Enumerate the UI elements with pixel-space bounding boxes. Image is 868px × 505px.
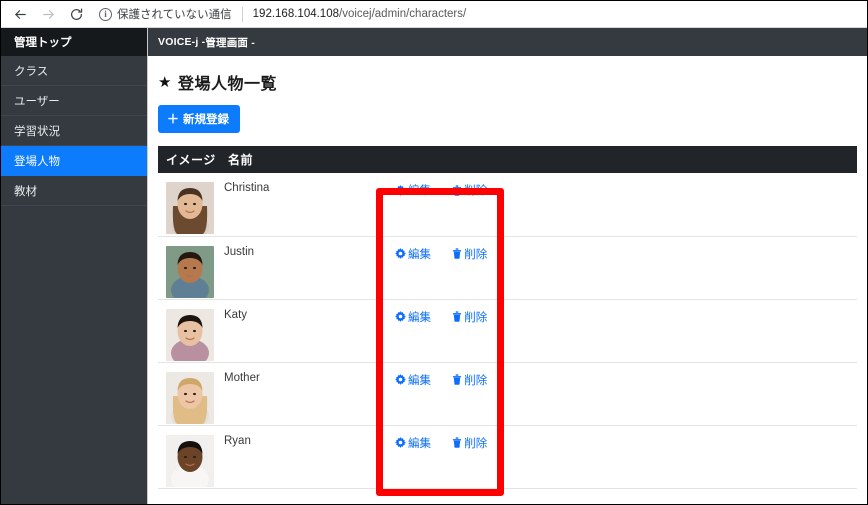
sidebar: 管理トップ クラス ユーザー 学習状況 登場人物 教材: [1, 28, 148, 504]
cell-name: Mother: [220, 362, 395, 426]
cell-name: Katy: [220, 299, 395, 363]
delete-link[interactable]: 削除: [452, 182, 487, 198]
trash-icon: [452, 311, 462, 322]
characters-table: イメージ 名前 Christina 編集 削除 Justin 編集 削除 Kat…: [158, 146, 857, 489]
new-registration-button[interactable]: ＋ 新規登録: [158, 105, 241, 133]
column-header-operations: [395, 146, 857, 173]
edit-link[interactable]: 編集: [395, 372, 431, 388]
christina-photo: [166, 182, 214, 234]
table-row: Justin 編集 削除: [158, 236, 857, 300]
cell-operations: 編集 削除: [395, 299, 857, 363]
trash-icon: [452, 248, 462, 259]
delete-link[interactable]: 削除: [452, 309, 487, 325]
cell-operations: 編集 削除: [395, 173, 857, 237]
cell-operations: 編集 削除: [395, 362, 857, 426]
sidebar-item-user[interactable]: ユーザー: [1, 86, 147, 116]
address-bar[interactable]: i 保護されていない通信 192.168.104.108/voicej/admi…: [99, 3, 861, 25]
url-text: 192.168.104.108/voicej/admin/characters/: [253, 8, 467, 20]
app-brand-name: VOICE-j -: [158, 36, 206, 48]
mother-photo: [166, 371, 214, 424]
browser-window: i 保護されていない通信 192.168.104.108/voicej/admi…: [0, 0, 868, 505]
trash-icon: [452, 437, 462, 448]
delete-label: 削除: [464, 185, 488, 197]
table-row: Ryan 編集 削除: [158, 425, 857, 489]
gear-icon: [395, 248, 406, 259]
cell-name: Christina: [220, 173, 395, 237]
column-header-image: イメージ: [158, 146, 220, 173]
delete-label: 削除: [464, 248, 488, 261]
app-topbar: VOICE-j - 管理画面 -: [148, 28, 867, 56]
page-title: ★ 登場人物一覧: [158, 70, 857, 94]
column-header-name: 名前: [220, 146, 395, 173]
cell-name: Ryan: [220, 425, 395, 489]
sidebar-item-class[interactable]: クラス: [1, 56, 147, 86]
table-row: Mother 編集 削除: [158, 362, 857, 426]
back-arrow-icon[interactable]: [7, 3, 33, 25]
cell-image: [158, 425, 220, 489]
delete-label: 削除: [464, 374, 488, 387]
sidebar-item-materials[interactable]: 教材: [1, 176, 147, 206]
info-circle-icon[interactable]: i: [99, 7, 112, 21]
gear-icon: [395, 311, 406, 322]
forward-arrow-icon[interactable]: [35, 3, 61, 25]
delete-link[interactable]: 削除: [452, 372, 487, 388]
cell-image: [158, 299, 220, 363]
url-host: 192.168.104.108: [252, 8, 339, 20]
table-body: Christina 編集 削除 Justin 編集 削除 Katy 編集 削除 …: [158, 173, 857, 489]
star-icon: ★: [158, 74, 172, 91]
delete-link[interactable]: 削除: [452, 246, 487, 262]
table-head: イメージ 名前: [158, 146, 857, 173]
table-row: Katy 編集 削除: [158, 299, 857, 363]
sidebar-item-characters[interactable]: 登場人物: [1, 146, 147, 176]
gear-icon: [395, 184, 406, 196]
table-header-row: イメージ 名前: [158, 146, 857, 173]
app-brand-subtitle: 管理画面 -: [205, 36, 255, 49]
edit-label: 編集: [408, 248, 431, 261]
cell-operations: 編集 削除: [395, 236, 857, 300]
edit-link[interactable]: 編集: [395, 435, 431, 451]
content-area: VOICE-j - 管理画面 - ★ 登場人物一覧 ＋ 新規登録 イメージ 名前: [148, 28, 867, 504]
security-status-text: 保護されていない通信: [117, 9, 232, 21]
cell-image: [158, 362, 220, 426]
page-title-text: 登場人物一覧: [177, 76, 277, 93]
cell-operations: 編集 削除: [395, 425, 857, 489]
cell-image: [158, 173, 220, 237]
omnibox-divider: [241, 6, 243, 22]
reload-icon[interactable]: [63, 3, 89, 25]
gear-icon: [395, 374, 406, 385]
edit-label: 編集: [408, 437, 431, 450]
edit-label: 編集: [408, 311, 431, 324]
trash-icon: [452, 184, 462, 196]
delete-link[interactable]: 削除: [452, 435, 487, 451]
edit-label: 編集: [408, 374, 431, 387]
edit-label: 編集: [408, 185, 431, 197]
page-body: 管理トップ クラス ユーザー 学習状況 登場人物 教材 VOICE-j - 管理…: [1, 28, 867, 504]
trash-icon: [452, 374, 462, 385]
plus-icon: ＋: [167, 112, 180, 126]
edit-link[interactable]: 編集: [395, 246, 431, 262]
ryan-photo: [166, 434, 214, 487]
justin-photo: [166, 245, 214, 298]
sidebar-brand[interactable]: 管理トップ: [1, 28, 147, 56]
cell-image: [158, 236, 220, 300]
katy-photo: [166, 308, 214, 361]
new-registration-label: 新規登録: [183, 113, 230, 126]
edit-link[interactable]: 編集: [395, 182, 431, 198]
delete-label: 削除: [464, 437, 488, 450]
gear-icon: [395, 437, 406, 448]
table-row: Christina 編集 削除: [158, 173, 857, 237]
url-path: /voicej/admin/characters/: [339, 8, 467, 20]
content-inner: ★ 登場人物一覧 ＋ 新規登録 イメージ 名前 Christina 編集 削除 …: [148, 56, 867, 504]
cell-name: Justin: [220, 236, 395, 300]
browser-toolbar: i 保護されていない通信 192.168.104.108/voicej/admi…: [1, 1, 867, 28]
edit-link[interactable]: 編集: [395, 309, 431, 325]
delete-label: 削除: [464, 311, 488, 324]
sidebar-item-learning-status[interactable]: 学習状況: [1, 116, 147, 146]
